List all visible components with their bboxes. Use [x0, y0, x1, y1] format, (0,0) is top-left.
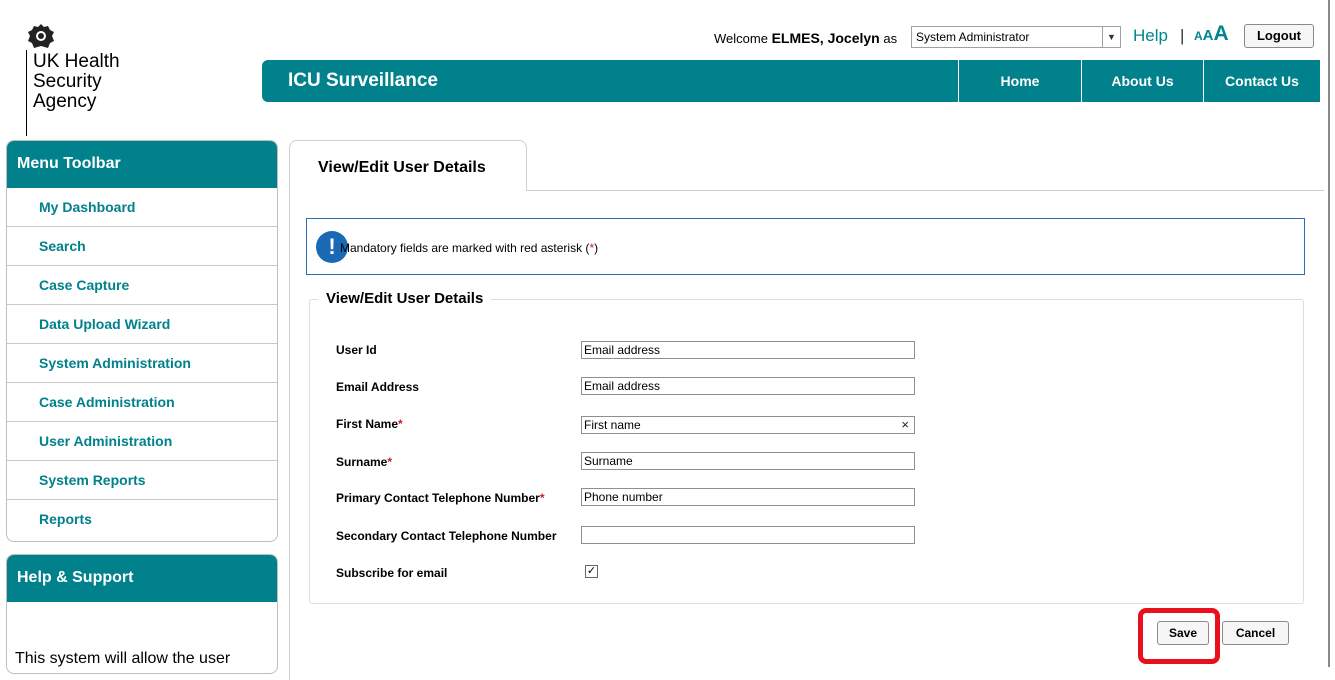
primary-phone-value: Phone number — [584, 490, 663, 504]
user-id-label: User Id — [336, 343, 377, 357]
agency-name: UK Health Security Agency — [33, 52, 120, 112]
text-size-medium[interactable]: A — [1203, 27, 1214, 44]
nav-home[interactable]: Home — [958, 60, 1081, 102]
agency-name-line2: Security — [33, 71, 102, 92]
royal-crest-icon — [28, 24, 54, 48]
first-name-required: * — [398, 417, 403, 431]
info-text-main: Mandatory fields are marked with red ast… — [340, 241, 590, 255]
user-id-value: Email address — [584, 343, 661, 357]
first-name-label-text: First Name — [336, 417, 399, 431]
first-name-label: First Name* — [336, 417, 403, 431]
sidebar-item-case-capture[interactable]: Case Capture — [7, 266, 277, 305]
welcome-prefix: Welcome — [714, 31, 768, 46]
sidebar-item-case-administration[interactable]: Case Administration — [7, 383, 277, 422]
role-value: System Administrator — [916, 30, 1030, 44]
mandatory-info-banner: ! Mandatory fields are marked with red a… — [306, 218, 1305, 275]
text-size-controls[interactable]: AAA — [1194, 22, 1229, 46]
separator: | — [1180, 26, 1185, 45]
menu-toolbar-title: Menu Toolbar — [7, 141, 277, 188]
nav-contact-us[interactable]: Contact Us — [1203, 60, 1320, 102]
sidebar-item-reports[interactable]: Reports — [7, 500, 277, 539]
user-name: ELMES, Jocelyn — [771, 30, 880, 46]
logo-divider — [26, 50, 27, 136]
logout-button[interactable]: Logout — [1244, 24, 1314, 48]
subscribe-email-label: Subscribe for email — [336, 566, 448, 580]
email-address-label: Email Address — [336, 380, 419, 394]
sidebar-item-system-reports[interactable]: System Reports — [7, 461, 277, 500]
text-size-large[interactable]: A — [1214, 22, 1229, 45]
help-support-title: Help & Support — [7, 555, 277, 602]
user-id-input[interactable]: Email address — [581, 341, 915, 359]
primary-phone-required: * — [539, 491, 545, 505]
scrollbar-edge[interactable] — [1328, 0, 1330, 667]
primary-phone-label: Primary Contact Telephone Number* — [336, 491, 545, 505]
first-name-value: First name — [584, 418, 641, 432]
tab-view-edit-user-details[interactable]: View/Edit User Details — [289, 140, 527, 191]
dropdown-arrow-icon[interactable]: ▼ — [1102, 27, 1120, 47]
surname-input[interactable]: Surname — [581, 452, 915, 470]
surname-required: * — [387, 455, 393, 469]
subscribe-email-checkbox[interactable]: ✓ — [585, 565, 598, 578]
sidebar-item-user-administration[interactable]: User Administration — [7, 422, 277, 461]
secondary-phone-input[interactable] — [581, 526, 915, 544]
email-address-label-text: Email Address — [336, 380, 419, 394]
help-support-text: This system will allow the user — [15, 650, 231, 667]
surname-value: Surname — [584, 454, 633, 468]
app-title: ICU Surveillance — [288, 70, 438, 91]
mandatory-info-text: Mandatory fields are marked with red ast… — [340, 241, 598, 255]
sidebar-item-data-upload-wizard[interactable]: Data Upload Wizard — [7, 305, 277, 344]
fieldset-legend: View/Edit User Details — [318, 290, 492, 307]
sidebar-item-my-dashboard[interactable]: My Dashboard — [7, 188, 277, 227]
save-highlight-annotation — [1138, 608, 1220, 664]
agency-name-line1: UK Health — [33, 51, 120, 72]
sidebar-item-search[interactable]: Search — [7, 227, 277, 266]
header-banner: ICU Surveillance Home About Us Contact U… — [262, 60, 1320, 102]
clear-icon[interactable]: × — [901, 417, 909, 432]
agency-name-line3: Agency — [33, 91, 97, 112]
welcome-text: Welcome ELMES, Jocelyn as — [714, 30, 897, 46]
info-close-paren: ) — [594, 241, 599, 255]
first-name-input[interactable]: First name × — [581, 416, 915, 434]
secondary-phone-label: Secondary Contact Telephone Number — [336, 529, 556, 543]
primary-phone-label-text: Primary Contact Telephone Number — [336, 491, 540, 505]
menu-toolbar: Menu Toolbar My Dashboard Search Case Ca… — [6, 140, 278, 542]
as-label: as — [883, 31, 898, 46]
role-select[interactable]: System Administrator ▼ — [911, 26, 1121, 48]
user-id-label-text: User Id — [336, 343, 377, 357]
secondary-phone-label-text: Secondary Contact Telephone Number — [336, 529, 557, 543]
surname-label: Surname* — [336, 455, 392, 469]
sidebar-item-system-administration[interactable]: System Administration — [7, 344, 277, 383]
text-size-small[interactable]: A — [1194, 29, 1203, 43]
cancel-button[interactable]: Cancel — [1222, 621, 1289, 645]
help-support-panel: Help & Support This system will allow th… — [6, 554, 278, 674]
help-link[interactable]: Help — [1133, 26, 1168, 46]
nav-about-us[interactable]: About Us — [1081, 60, 1203, 102]
email-address-input[interactable]: Email address — [581, 377, 915, 395]
surname-label-text: Surname — [336, 455, 388, 469]
email-address-value: Email address — [584, 379, 661, 393]
primary-phone-input[interactable]: Phone number — [581, 488, 915, 506]
